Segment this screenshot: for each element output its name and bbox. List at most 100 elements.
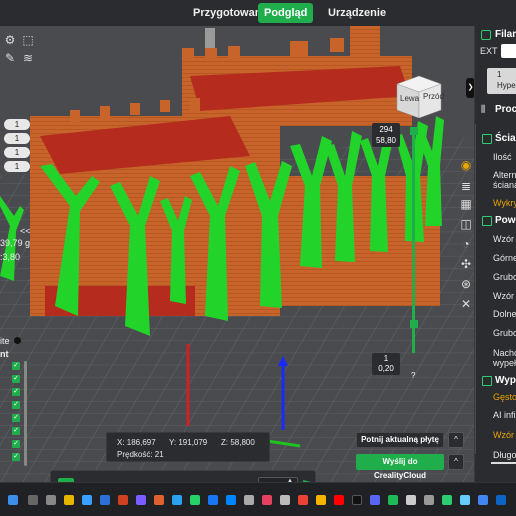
extruder-select[interactable]	[501, 44, 516, 58]
setting-thickness-2: Grubo	[493, 328, 516, 338]
walls-section-title: Ścian	[495, 133, 516, 144]
pen-icon[interactable]: ✎	[2, 50, 18, 66]
setting-bottom: Dolne	[493, 309, 516, 319]
cooling-icon[interactable]: ✣	[458, 256, 474, 272]
store-icon[interactable]	[100, 495, 110, 505]
count-pill: 1	[4, 119, 30, 130]
chrome-icon[interactable]	[478, 495, 488, 505]
app-icon[interactable]	[316, 495, 326, 505]
slice-plate-button[interactable]: Potnij aktualną płytę	[356, 432, 444, 448]
visibility-checkbox[interactable]: ✓	[12, 362, 20, 370]
os-taskbar	[0, 482, 516, 516]
setting-density: Gęsto	[493, 392, 516, 402]
app-icon[interactable]	[424, 495, 434, 505]
visibility-checkbox[interactable]: ✓	[12, 401, 20, 409]
infill-section-title: Wype	[495, 375, 516, 386]
option-label: ite	[0, 336, 10, 346]
visibility-checkbox[interactable]: ✓	[12, 453, 20, 461]
send-to-cloud-button[interactable]: Wyślij do CrealityCloud	[356, 454, 444, 480]
playback-bar: 171 ▲▼	[50, 470, 316, 482]
layer-bottom-number: 1	[383, 354, 389, 363]
visibility-checkbox[interactable]: ✓	[12, 375, 20, 383]
tools-icon[interactable]: ✕	[458, 296, 474, 312]
search-icon[interactable]	[28, 495, 38, 505]
tiktok-icon[interactable]	[352, 495, 362, 505]
view-cube-left-label: Lewa	[400, 94, 420, 103]
wifi-icon[interactable]: ≋	[20, 50, 36, 66]
layer-slider-bottom-handle[interactable]	[410, 320, 418, 328]
spotify-icon[interactable]	[388, 495, 398, 505]
count-pill: 1	[4, 161, 30, 172]
visibility-checkbox[interactable]: ✓	[12, 388, 20, 396]
visibility-checkbox[interactable]: ✓	[12, 440, 20, 448]
coord-x: X: 186,697	[117, 438, 156, 447]
option-radio[interactable]	[14, 337, 21, 344]
layer-help-button[interactable]: ?	[411, 371, 415, 380]
messenger-icon[interactable]	[226, 495, 236, 505]
layer-slider-top-handle[interactable]	[410, 127, 418, 135]
layer-top-height: 58,80	[375, 136, 397, 145]
app-icon[interactable]	[298, 495, 308, 505]
instagram-icon[interactable]	[262, 495, 272, 505]
walls-icon	[482, 134, 492, 144]
layers-icon[interactable]: ≣	[458, 178, 474, 194]
dotted-box-icon[interactable]: ⬚	[20, 32, 36, 48]
app-icon[interactable]	[406, 495, 416, 505]
whatsapp-icon[interactable]	[190, 495, 200, 505]
3d-preview-viewport[interactable]: ⚙ ⬚ ✎ ≋ 1 1 1 1 << 39,79 g :3,80 ite nt …	[0, 26, 474, 482]
file-explorer-icon[interactable]	[64, 495, 74, 505]
app-icon[interactable]	[172, 495, 182, 505]
app-icon[interactable]	[154, 495, 164, 505]
process-section-title: Proc	[495, 104, 516, 115]
visibility-checkbox[interactable]: ✓	[12, 427, 20, 435]
surface-section-title: Powło	[495, 215, 516, 226]
gear-icon[interactable]: ⚙	[2, 32, 18, 48]
app-icon[interactable]	[370, 495, 380, 505]
app-icon[interactable]	[244, 495, 254, 505]
setting-detect: Wykry	[493, 198, 516, 208]
toolpath-info-box: X: 186,697 Y: 191,079 Z: 58,800 Prędkość…	[106, 432, 270, 462]
speed-value: Prędkość: 21	[117, 450, 164, 459]
visibility-checkbox[interactable]: ✓	[12, 414, 20, 422]
count-pill: 1	[4, 133, 30, 144]
facebook-icon[interactable]	[208, 495, 218, 505]
layer-top-number: 294	[379, 125, 393, 134]
creality-print-icon[interactable]	[442, 495, 452, 505]
seam-icon[interactable]: ◉	[458, 157, 474, 173]
surface-icon	[482, 216, 492, 226]
app-icon[interactable]	[460, 495, 470, 505]
slice-options-caret[interactable]: ^	[448, 432, 464, 448]
speed-icon[interactable]: ◔	[458, 236, 474, 252]
filament-section-title: Filam	[495, 29, 516, 40]
setting-overlap-2: wypeł	[493, 358, 516, 368]
cube-outline-icon[interactable]: ◫	[458, 216, 474, 232]
filament-slot-type: Hyper	[497, 81, 516, 90]
setting-length: Długo	[493, 450, 516, 460]
list-scrollbar[interactable]	[24, 361, 27, 466]
app-window: Przygotowanie Podgląd Urządzenie ⚙ ⬚ ✎ ≋…	[0, 0, 516, 516]
app-icon[interactable]	[496, 495, 506, 505]
cost-value: :3,80	[0, 252, 21, 262]
tab-device[interactable]: Urządzenie	[322, 3, 392, 23]
task-view-icon[interactable]	[46, 495, 56, 505]
youtube-icon[interactable]	[334, 495, 344, 505]
view-cube[interactable]: Lewa Przód	[395, 74, 444, 120]
app-icon[interactable]	[118, 495, 128, 505]
windows-start-icon[interactable]	[8, 495, 18, 505]
setting-ai-infill: AI infil	[493, 410, 516, 420]
tab-preview[interactable]: Podgląd	[258, 3, 314, 23]
app-icon[interactable]	[136, 495, 146, 505]
app-icon[interactable]	[280, 495, 290, 505]
coord-z: Z: 58,800	[221, 438, 255, 447]
setting-pattern-1: Wzór	[493, 234, 514, 244]
setting-alternate-wall-2: ściana	[493, 180, 516, 190]
sliders-icon: ⫼	[481, 104, 486, 114]
setting-pattern-2: Wzór	[493, 291, 514, 301]
edge-icon[interactable]	[82, 495, 92, 505]
collapse-toggle[interactable]: <<	[20, 226, 31, 236]
support-icon[interactable]: ⊛	[458, 276, 474, 292]
grid-icon[interactable]: ▦	[458, 196, 474, 212]
settings-scroll-indicator[interactable]	[491, 462, 516, 464]
send-options-caret[interactable]: ^	[448, 454, 464, 470]
setting-thickness-1: Grubo	[493, 272, 516, 282]
